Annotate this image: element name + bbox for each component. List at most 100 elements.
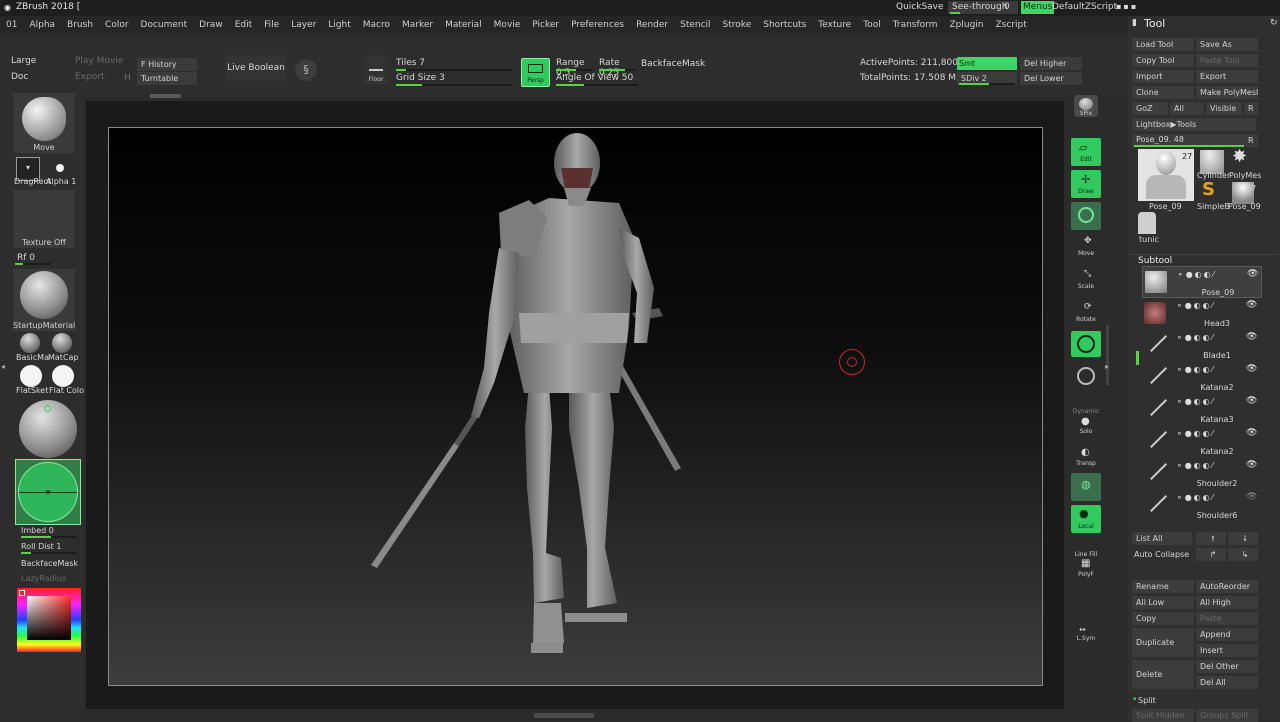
menu-item[interactable]: Brush xyxy=(67,20,93,30)
basic-material-icon[interactable] xyxy=(20,333,40,353)
tool-button[interactable]: Visible xyxy=(1206,102,1242,115)
floor-button[interactable]: Floor xyxy=(364,55,388,85)
subtool-arrow-icon[interactable]: ↱ xyxy=(1196,548,1226,561)
default-zscript-button[interactable]: DefaultZScript xyxy=(1052,2,1117,12)
list-all-button[interactable]: List All xyxy=(1132,532,1192,545)
viewport-canvas[interactable] xyxy=(108,127,1043,686)
subtool-item[interactable]: ⚬●◐◐⁄ 👁 Katana3 xyxy=(1142,391,1262,426)
split-hidden-button[interactable]: Split Hidden xyxy=(1132,709,1194,722)
rgb-button[interactable] xyxy=(1071,202,1101,230)
subtool-item[interactable]: ⚬●◐◐⁄ 👁 Head3 xyxy=(1142,298,1262,330)
visibility-eye-icon[interactable]: 👁 xyxy=(1246,492,1257,502)
subtool-item[interactable]: ⚬●◐◐⁄ 👁 Shoulder2 xyxy=(1142,455,1262,490)
rename-button[interactable]: Rename xyxy=(1132,580,1194,593)
polymesh-star-icon[interactable]: ✸ xyxy=(1232,146,1247,167)
canvas-bottom-scroll[interactable] xyxy=(534,713,594,718)
grid-size-slider[interactable]: Grid Size 3 xyxy=(394,73,514,86)
palette-collapse-icon[interactable]: ▮ xyxy=(1132,18,1137,28)
solo-button[interactable]: Dynamic ● Solo xyxy=(1071,408,1101,438)
move-up-button[interactable]: 🠕 xyxy=(1196,532,1226,545)
matcap-icon[interactable] xyxy=(52,333,72,353)
tool-button[interactable]: Paste Tool xyxy=(1196,54,1258,67)
visibility-eye-icon[interactable]: 👁 xyxy=(1246,428,1257,438)
subtool-toggles-icon[interactable]: ⚬●◐◐⁄ xyxy=(1176,493,1215,502)
lazy-radius-slider[interactable]: LazyRadius xyxy=(21,574,66,583)
del-lower-button[interactable]: Del Lower xyxy=(1020,72,1082,85)
subtool-item[interactable]: ⚬●◐◐⁄ 👁 Shoulder6 xyxy=(1142,487,1262,522)
tool-button[interactable]: R xyxy=(1244,102,1258,115)
menu-item[interactable]: Edit xyxy=(235,20,252,30)
tunic-icon[interactable] xyxy=(1138,212,1156,234)
subtool-item[interactable]: ⚬●◐◐⁄ 👁 Pose_09 xyxy=(1142,266,1262,298)
menu-item[interactable]: Document xyxy=(141,20,188,30)
draw-button[interactable]: ✢ Draw xyxy=(1071,170,1101,198)
right-tray-toggle-icon[interactable]: ▸ xyxy=(1105,362,1109,371)
color-square[interactable] xyxy=(27,596,71,640)
paste-button[interactable]: Paste xyxy=(1196,612,1258,625)
f-history-button[interactable]: F History xyxy=(137,58,197,71)
angle-of-view-slider[interactable]: Angle Of View 50 xyxy=(554,73,640,86)
visibility-eye-icon[interactable]: 👁 xyxy=(1247,269,1258,279)
duplicate-button[interactable]: Duplicate xyxy=(1132,628,1194,657)
insert-button[interactable]: Insert xyxy=(1196,644,1258,657)
subtool-item[interactable]: ⚬●◐◐⁄ 👁 Katana2 xyxy=(1142,423,1262,458)
flat-sketch-icon[interactable] xyxy=(20,365,42,387)
menu-item[interactable]: Stroke xyxy=(723,20,752,30)
brush-button[interactable]: Move xyxy=(13,93,75,153)
menu-item[interactable]: Marker xyxy=(402,20,433,30)
subtool-scroll-indicator[interactable] xyxy=(1136,351,1139,365)
menu-item[interactable]: Transform xyxy=(893,20,938,30)
tool-thumb-pose09[interactable]: 27 xyxy=(1138,149,1194,201)
del-other-button[interactable]: Del Other xyxy=(1196,660,1258,673)
live-boolean-button[interactable]: Live Boolean xyxy=(225,55,287,81)
menu-item[interactable]: Stencil xyxy=(680,20,710,30)
canvas-scroll-handle[interactable] xyxy=(150,94,181,98)
polyf-button[interactable]: Line Fill ▦ PolyF xyxy=(1071,551,1101,581)
see-through-slider[interactable]: See-through 0 xyxy=(948,1,1018,14)
append-button[interactable]: Append xyxy=(1196,628,1258,641)
persp-button[interactable]: Persp xyxy=(521,58,550,87)
auto-collapse-toggle[interactable]: Auto Collapse xyxy=(1134,550,1189,559)
menu-item[interactable]: Layer xyxy=(291,20,316,30)
visibility-eye-icon[interactable]: 👁 xyxy=(1246,460,1257,470)
visibility-eye-icon[interactable]: 👁 xyxy=(1246,300,1257,310)
subtool-toggles-icon[interactable]: ⚬●◐◐⁄ xyxy=(1176,333,1215,342)
backface-mask-toggle[interactable]: BackfaceMask xyxy=(641,59,705,69)
symmetry-d-button[interactable] xyxy=(1071,363,1101,389)
simple-brush-icon[interactable]: S xyxy=(1202,179,1215,200)
tool-button[interactable]: Clone xyxy=(1132,86,1194,99)
large-button[interactable]: Large xyxy=(11,56,36,66)
tray-scrollbar[interactable] xyxy=(1106,325,1109,385)
play-movie-button[interactable]: Play Movie xyxy=(75,56,123,66)
copy-button[interactable]: Copy xyxy=(1132,612,1194,625)
subtool-toggles-icon[interactable]: ⚬●◐◐⁄ xyxy=(1176,365,1215,374)
menu-item[interactable]: Picker xyxy=(532,20,559,30)
menu-item[interactable]: Texture xyxy=(818,20,851,30)
autoreorder-button[interactable]: AutoReorder xyxy=(1196,580,1258,593)
alpha-icon[interactable] xyxy=(56,164,64,172)
rotate-button[interactable]: ⟳ Rotate xyxy=(1071,302,1101,326)
menu-item[interactable]: Zscript xyxy=(996,20,1027,30)
tool-button[interactable]: Export xyxy=(1196,70,1258,83)
transp-button[interactable]: ◐ Transp xyxy=(1071,445,1101,471)
subtool-toggles-icon[interactable]: ⚬●◐◐⁄ xyxy=(1176,397,1215,406)
menu-item[interactable]: Movie xyxy=(494,20,521,30)
menus-toggle[interactable]: Menus xyxy=(1021,1,1055,14)
export-movie-button[interactable]: Export xyxy=(75,72,104,82)
lsym-button[interactable]: ↔ L.Sym xyxy=(1071,625,1101,647)
subtool-header[interactable]: Subtool xyxy=(1138,256,1172,266)
tool-button[interactable]: Import xyxy=(1132,70,1194,83)
menu-item[interactable]: 01 xyxy=(6,20,17,30)
left-tray-toggle-icon[interactable]: ◂ xyxy=(1,362,5,371)
roll-dist-slider[interactable]: Roll Dist 1 xyxy=(19,541,79,554)
subtool-item[interactable]: ⚬●◐◐⁄ 👁 Katana2 xyxy=(1142,359,1262,394)
boolean-render-icon[interactable]: § xyxy=(295,59,317,81)
light-position-icon[interactable] xyxy=(44,405,51,412)
menu-item[interactable]: Render xyxy=(636,20,668,30)
menu-item[interactable]: Shortcuts xyxy=(763,20,806,30)
subtool-toggles-icon[interactable]: ⚬●◐◐⁄ xyxy=(1176,301,1215,310)
ghost-button[interactable]: ◍ xyxy=(1071,473,1101,501)
del-higher-button[interactable]: Del Higher xyxy=(1020,57,1082,70)
material-button[interactable]: StartupMaterial xyxy=(13,269,75,331)
range-slider[interactable]: Range 0.5 xyxy=(554,58,594,78)
